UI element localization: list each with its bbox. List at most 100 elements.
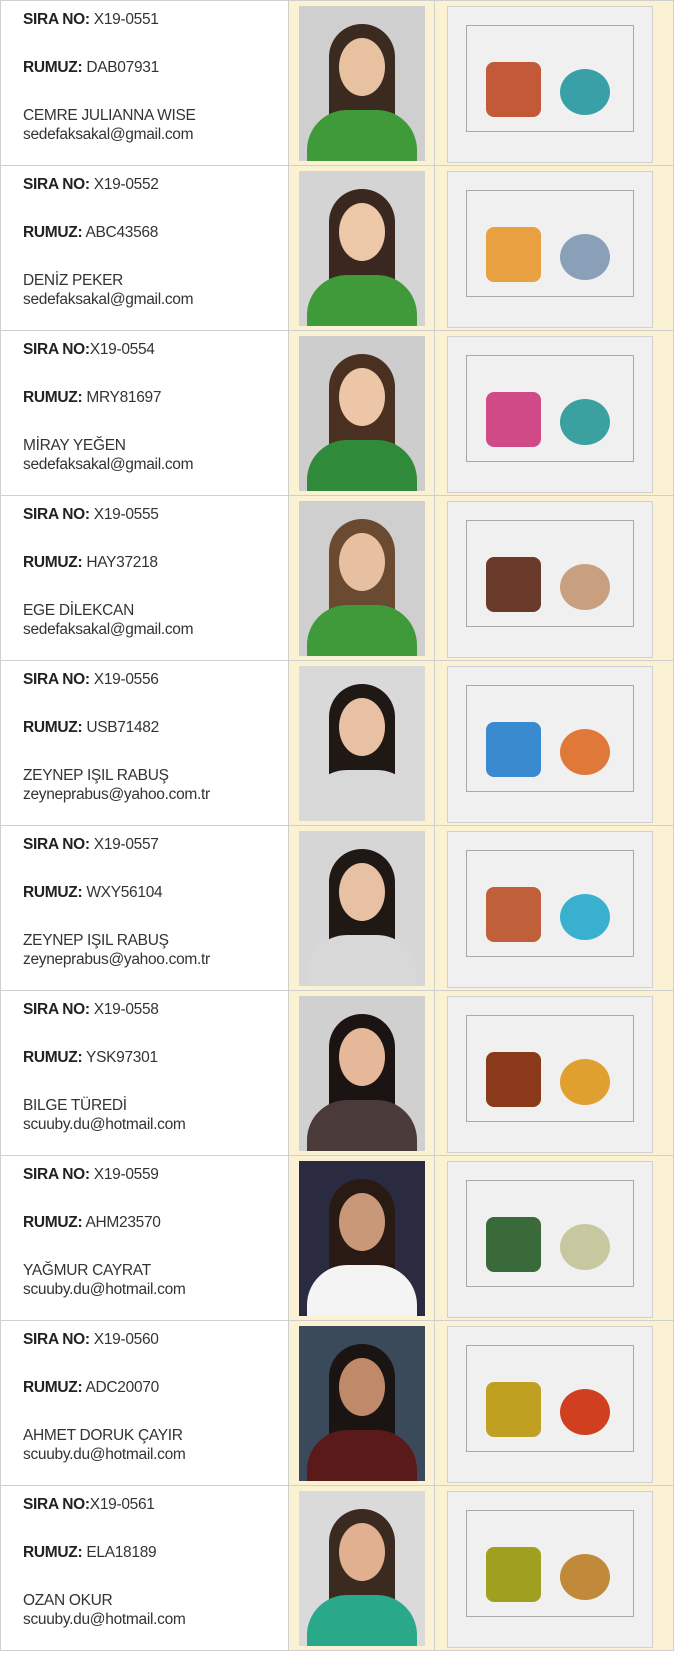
entry-info-cell: SIRA NO: X19-0552 RUMUZ: ABC43568 DENİZ … bbox=[0, 165, 289, 331]
artwork-object bbox=[560, 564, 610, 610]
entry-info-cell: SIRA NO:X19-0554 RUMUZ: MRY81697 MİRAY Y… bbox=[0, 330, 289, 496]
contact-email: sedefaksakal@gmail.com bbox=[23, 621, 194, 638]
entry-info-cell: SIRA NO: X19-0555 RUMUZ: HAY37218 EGE Dİ… bbox=[0, 495, 289, 661]
student-name: BILGE TÜREDİ bbox=[23, 1097, 127, 1114]
sira-no-line: SIRA NO: X19-0560 bbox=[23, 1331, 288, 1351]
rumuz-line: RUMUZ: YSK97301 bbox=[23, 1049, 288, 1069]
photo-uniform bbox=[307, 935, 417, 986]
artwork-image bbox=[447, 1491, 653, 1648]
photo-face bbox=[339, 368, 385, 426]
student-photo bbox=[299, 336, 425, 491]
sira-no-value: X19-0561 bbox=[89, 1496, 155, 1513]
artwork-object bbox=[486, 1217, 541, 1272]
entries-body: SIRA NO: X19-0551 RUMUZ: DAB07931 CEMRE … bbox=[0, 0, 674, 1651]
artwork-image bbox=[447, 501, 653, 658]
sira-no-label: SIRA NO: bbox=[23, 1496, 90, 1513]
student-photo bbox=[299, 1491, 425, 1646]
artwork-image bbox=[447, 6, 653, 163]
rumuz-label: RUMUZ: bbox=[23, 59, 83, 76]
photo-uniform bbox=[307, 440, 417, 491]
rumuz-value: WXY56104 bbox=[82, 884, 163, 901]
artwork-cell bbox=[434, 165, 674, 331]
photo-face bbox=[339, 1028, 385, 1086]
entries-table: SIRA NO: X19-0551 RUMUZ: DAB07931 CEMRE … bbox=[0, 0, 674, 1651]
student-name: EGE DİLEKCAN bbox=[23, 602, 134, 619]
photo-uniform bbox=[307, 770, 417, 821]
rumuz-label: RUMUZ: bbox=[23, 1214, 83, 1231]
entry-row: SIRA NO:X19-0554 RUMUZ: MRY81697 MİRAY Y… bbox=[0, 330, 674, 496]
student-photo bbox=[299, 996, 425, 1151]
photo-uniform bbox=[307, 1595, 417, 1646]
sira-no-line: SIRA NO: X19-0555 bbox=[23, 506, 288, 526]
rumuz-line: RUMUZ: MRY81697 bbox=[23, 389, 288, 409]
student-name: YAĞMUR CAYRAT bbox=[23, 1262, 151, 1279]
rumuz-label: RUMUZ: bbox=[23, 884, 83, 901]
sira-no-value: X19-0559 bbox=[89, 1166, 159, 1183]
rumuz-value: DAB07931 bbox=[82, 59, 159, 76]
sira-no-line: SIRA NO: X19-0557 bbox=[23, 836, 288, 856]
rumuz-value: ADC20070 bbox=[82, 1379, 159, 1396]
rumuz-line: RUMUZ: AHM23570 bbox=[23, 1214, 288, 1234]
artwork-object bbox=[486, 557, 541, 612]
entry-row: SIRA NO:X19-0561 RUMUZ: ELA18189 OZAN OK… bbox=[0, 1485, 674, 1651]
photo-uniform bbox=[307, 275, 417, 326]
sira-no-label: SIRA NO: bbox=[23, 836, 90, 853]
rumuz-label: RUMUZ: bbox=[23, 554, 83, 571]
sira-no-value: X19-0554 bbox=[89, 341, 155, 358]
rumuz-line: RUMUZ: WXY56104 bbox=[23, 884, 288, 904]
rumuz-label: RUMUZ: bbox=[23, 719, 83, 736]
artwork-image bbox=[447, 171, 653, 328]
artwork-object bbox=[560, 1554, 610, 1600]
sira-no-value: X19-0552 bbox=[89, 176, 159, 193]
sira-no-value: X19-0551 bbox=[89, 11, 159, 28]
photo-face bbox=[339, 1358, 385, 1416]
rumuz-line: RUMUZ: ELA18189 bbox=[23, 1544, 288, 1564]
student-name: OZAN OKUR bbox=[23, 1592, 113, 1609]
student-name: DENİZ PEKER bbox=[23, 272, 124, 289]
artwork-cell bbox=[434, 990, 674, 1156]
artwork-object bbox=[560, 1389, 610, 1435]
rumuz-value: YSK97301 bbox=[82, 1049, 158, 1066]
rumuz-value: AHM23570 bbox=[82, 1214, 161, 1231]
rumuz-line: RUMUZ: ABC43568 bbox=[23, 224, 288, 244]
artwork-cell bbox=[434, 495, 674, 661]
sira-no-label: SIRA NO: bbox=[23, 176, 90, 193]
sira-no-line: SIRA NO: X19-0556 bbox=[23, 671, 288, 691]
entry-row: SIRA NO: X19-0555 RUMUZ: HAY37218 EGE Dİ… bbox=[0, 495, 674, 661]
student-name: MİRAY YEĞEN bbox=[23, 437, 126, 454]
photo-uniform bbox=[307, 605, 417, 656]
sira-no-label: SIRA NO: bbox=[23, 506, 90, 523]
student-photo bbox=[299, 6, 425, 161]
entry-row: SIRA NO: X19-0559 RUMUZ: AHM23570 YAĞMUR… bbox=[0, 1155, 674, 1321]
entry-row: SIRA NO: X19-0560 RUMUZ: ADC20070 AHMET … bbox=[0, 1320, 674, 1486]
student-name: CEMRE JULIANNA WISE bbox=[23, 107, 196, 124]
rumuz-label: RUMUZ: bbox=[23, 1379, 83, 1396]
photo-cell bbox=[288, 0, 435, 166]
rumuz-value: ABC43568 bbox=[82, 224, 159, 241]
rumuz-label: RUMUZ: bbox=[23, 1049, 83, 1066]
student-name: ZEYNEP IŞIL RABUŞ bbox=[23, 932, 169, 949]
artwork-image bbox=[447, 1326, 653, 1483]
artwork-object bbox=[560, 1224, 610, 1270]
sira-no-line: SIRA NO: X19-0559 bbox=[23, 1166, 288, 1186]
photo-face bbox=[339, 698, 385, 756]
photo-cell bbox=[288, 165, 435, 331]
sira-no-value: X19-0557 bbox=[89, 836, 159, 853]
artwork-image bbox=[447, 666, 653, 823]
sira-no-label: SIRA NO: bbox=[23, 11, 90, 28]
contact-email: zeyneprabus@yahoo.com.tr bbox=[23, 786, 210, 803]
photo-cell bbox=[288, 1155, 435, 1321]
entry-info-cell: SIRA NO:X19-0561 RUMUZ: ELA18189 OZAN OK… bbox=[0, 1485, 289, 1651]
photo-uniform bbox=[307, 1100, 417, 1151]
contact-email: zeyneprabus@yahoo.com.tr bbox=[23, 951, 210, 968]
rumuz-line: RUMUZ: ADC20070 bbox=[23, 1379, 288, 1399]
artwork-cell bbox=[434, 1320, 674, 1486]
artwork-cell bbox=[434, 330, 674, 496]
photo-face bbox=[339, 1193, 385, 1251]
artwork-object bbox=[560, 234, 610, 280]
artwork-object bbox=[560, 399, 610, 445]
entry-row: SIRA NO: X19-0552 RUMUZ: ABC43568 DENİZ … bbox=[0, 165, 674, 331]
student-name: ZEYNEP IŞIL RABUŞ bbox=[23, 767, 169, 784]
photo-uniform bbox=[307, 1430, 417, 1481]
sira-no-value: X19-0560 bbox=[89, 1331, 159, 1348]
